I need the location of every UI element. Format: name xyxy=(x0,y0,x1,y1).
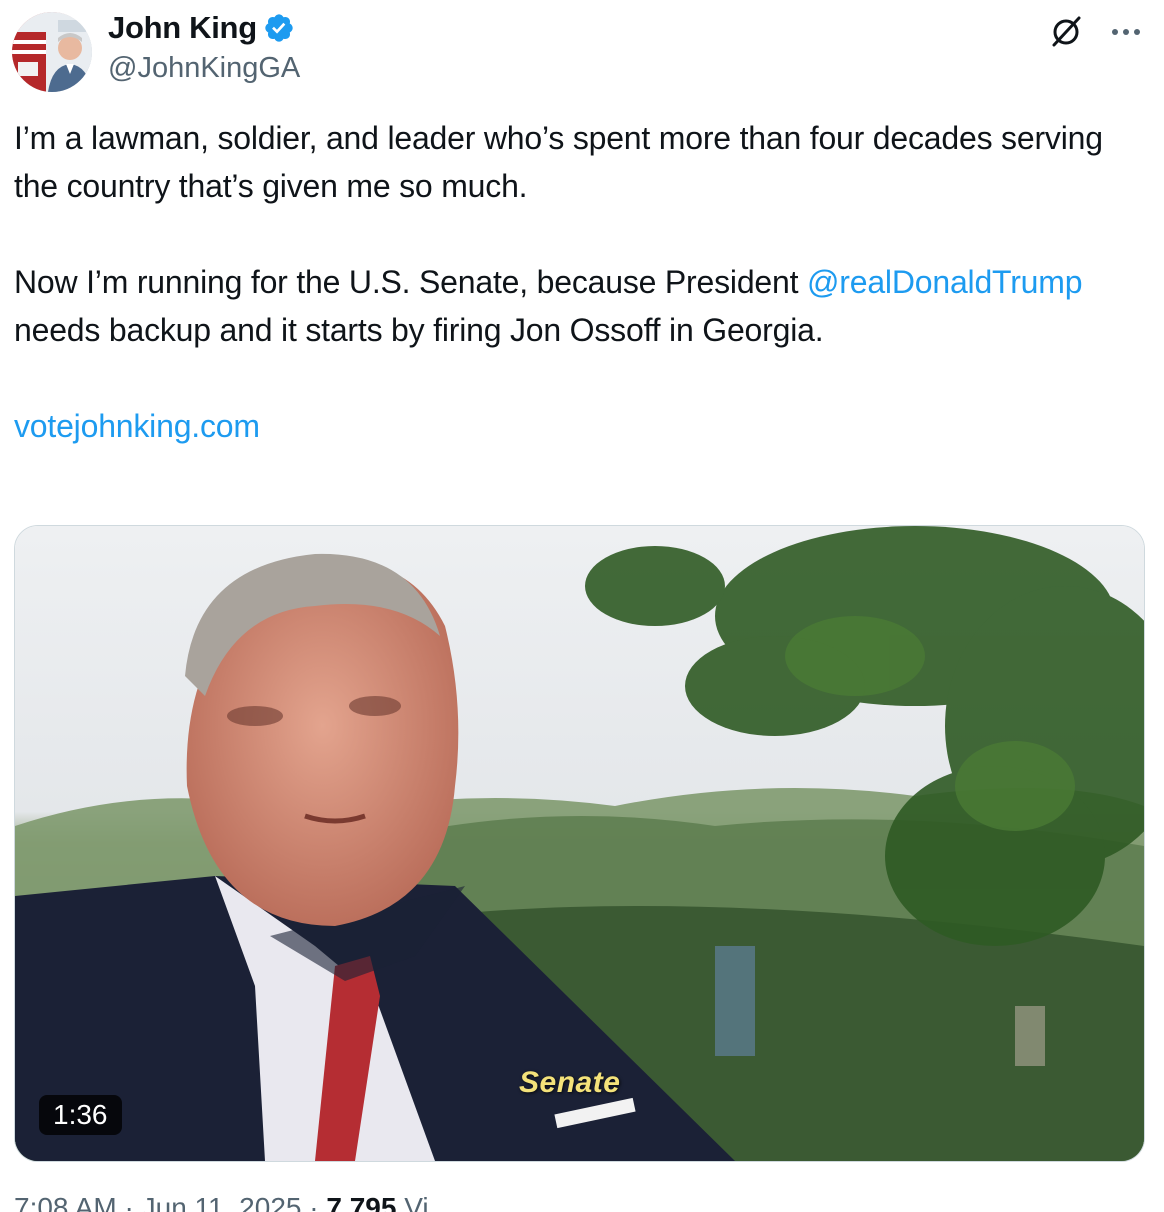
tweet-paragraph-2: Now I’m running for the U.S. Senate, bec… xyxy=(14,258,1134,354)
author-name-row: John King xyxy=(108,10,295,46)
mention-link[interactable]: @realDonaldTrump xyxy=(807,264,1083,300)
author-display-name[interactable]: John King xyxy=(108,10,257,46)
tweet: John King @JohnKingGA I’m a lawman, sold… xyxy=(0,0,1164,1212)
tweet-text: I’m a lawman, soldier, and leader who’s … xyxy=(14,114,1134,450)
more-options-icon[interactable] xyxy=(1108,14,1144,50)
tweet-paragraph-1: I’m a lawman, soldier, and leader who’s … xyxy=(14,120,1103,204)
tweet-time[interactable]: 7:08 AM xyxy=(14,1192,117,1212)
verified-badge-icon[interactable] xyxy=(263,12,295,44)
meta-separator: · xyxy=(301,1192,327,1212)
avatar[interactable] xyxy=(12,12,92,92)
meta-separator: · xyxy=(116,1192,142,1212)
video-player[interactable]: Senate 1:36 xyxy=(14,525,1145,1162)
video-duration-badge: 1:36 xyxy=(39,1095,122,1135)
tweet-date[interactable]: Jun 11, 2025 xyxy=(142,1192,302,1212)
tweet-top-actions xyxy=(1048,14,1144,50)
tweet-url-paragraph: votejohnking.com xyxy=(14,402,1134,450)
views-label: Vi xyxy=(396,1192,429,1212)
video-caption: Senate xyxy=(519,1066,621,1099)
views-count: 7,795 xyxy=(326,1192,397,1212)
grok-icon[interactable] xyxy=(1048,14,1084,50)
avatar-photo-icon xyxy=(12,12,92,92)
author-handle[interactable]: @JohnKingGA xyxy=(108,52,300,85)
website-link[interactable]: votejohnking.com xyxy=(14,408,260,444)
tweet-paragraph-2-end: needs backup and it starts by firing Jon… xyxy=(14,312,824,348)
tweet-paragraph-2-start: Now I’m running for the U.S. Senate, bec… xyxy=(14,264,807,300)
tweet-meta-row: 7:08 AM · Jun 11, 2025 · 7,795 Vi xyxy=(14,1192,429,1212)
